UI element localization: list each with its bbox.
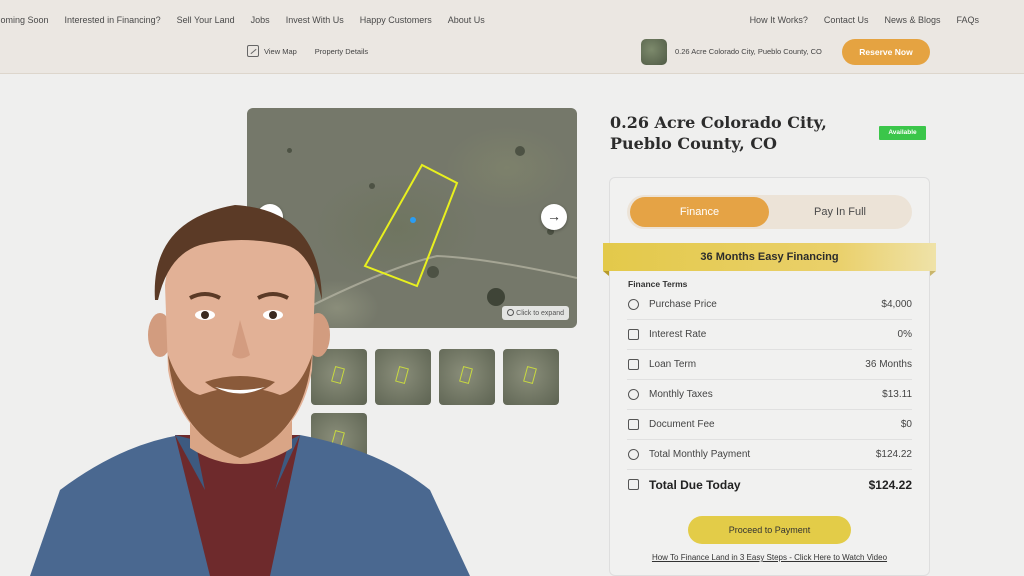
tax-icon [628, 389, 639, 400]
term-value: $124.22 [875, 449, 912, 460]
zoom-icon [507, 309, 515, 316]
proceed-to-payment-button[interactable]: Proceed to Payment [688, 516, 851, 544]
ribbon-fold-right [930, 271, 936, 276]
expand-label: Click to expand [516, 310, 564, 317]
term-row-purchase-price: Purchase Price $4,000 [627, 290, 912, 320]
term-label: Purchase Price [649, 299, 717, 310]
primary-nav-right: How It Works? Contact Us News & Blogs FA… [734, 15, 979, 25]
property-details-link[interactable]: Property Details [315, 47, 368, 56]
term-value: 0% [897, 329, 912, 340]
reserve-now-button[interactable]: Reserve Now [842, 39, 930, 65]
presenter-video-overlay [30, 205, 470, 576]
header-property-thumbnail [641, 39, 667, 65]
term-row-total-due: Total Due Today $124.22 [627, 470, 912, 500]
term-value: $0 [900, 419, 912, 430]
term-value: $13.11 [882, 389, 912, 400]
financing-banner: 36 Months Easy Financing [603, 243, 936, 271]
view-map-link[interactable]: View Map [264, 47, 297, 56]
tab-finance[interactable]: Finance [630, 197, 769, 227]
dollar-icon [628, 449, 639, 460]
finance-video-link[interactable]: How To Finance Land in 3 Easy Steps - Cl… [627, 553, 912, 562]
availability-badge: Available [879, 126, 926, 140]
total-value: $124.22 [868, 478, 912, 492]
nav-sell-land[interactable]: Sell Your Land [177, 15, 235, 25]
site-header: Coming Soon Interested in Financing? Sel… [0, 0, 1024, 74]
nav-coming-soon[interactable]: Coming Soon [0, 15, 49, 25]
ribbon-fold-left [603, 271, 609, 276]
calendar-icon [628, 359, 639, 370]
nav-jobs[interactable]: Jobs [251, 15, 270, 25]
term-row-total-monthly: Total Monthly Payment $124.22 [627, 440, 912, 470]
map-icon [247, 45, 259, 57]
term-label: Document Fee [649, 419, 715, 430]
nav-happy-customers[interactable]: Happy Customers [360, 15, 432, 25]
gallery-thumbnail[interactable] [503, 349, 559, 405]
term-row-interest-rate: Interest Rate 0% [627, 320, 912, 350]
term-value: 36 Months [865, 359, 912, 370]
term-label: Monthly Taxes [649, 389, 713, 400]
nav-financing[interactable]: Interested in Financing? [65, 15, 161, 25]
primary-nav-left: Coming Soon Interested in Financing? Sel… [0, 15, 501, 25]
nav-faqs[interactable]: FAQs [956, 15, 979, 25]
nav-news-blogs[interactable]: News & Blogs [884, 15, 940, 25]
next-image-button[interactable]: → [541, 204, 567, 230]
finance-terms-heading: Finance Terms [628, 279, 688, 289]
property-title: 0.26 Acre Colorado City, Pueblo County, … [610, 113, 827, 153]
header-property-title: 0.26 Acre Colorado City, Pueblo County, … [675, 47, 822, 56]
tab-pay-in-full[interactable]: Pay In Full [772, 197, 908, 227]
nav-how-it-works[interactable]: How It Works? [750, 15, 808, 25]
expand-image-button[interactable]: Click to expand [502, 306, 569, 320]
nav-about-us[interactable]: About Us [448, 15, 485, 25]
term-row-loan-term: Loan Term 36 Months [627, 350, 912, 380]
term-value: $4,000 [881, 299, 912, 310]
property-subnav: View Map Property Details [247, 45, 368, 57]
receipt-icon [628, 479, 639, 490]
document-icon [628, 419, 639, 430]
chart-icon [628, 329, 639, 340]
nav-contact-us[interactable]: Contact Us [824, 15, 869, 25]
term-row-monthly-taxes: Monthly Taxes $13.11 [627, 380, 912, 410]
term-label: Loan Term [649, 359, 697, 370]
total-label: Total Due Today [649, 478, 741, 492]
dollar-icon [628, 299, 639, 310]
term-row-document-fee: Document Fee $0 [627, 410, 912, 440]
term-label: Interest Rate [649, 329, 707, 340]
term-label: Total Monthly Payment [649, 449, 751, 460]
nav-invest[interactable]: Invest With Us [286, 15, 344, 25]
